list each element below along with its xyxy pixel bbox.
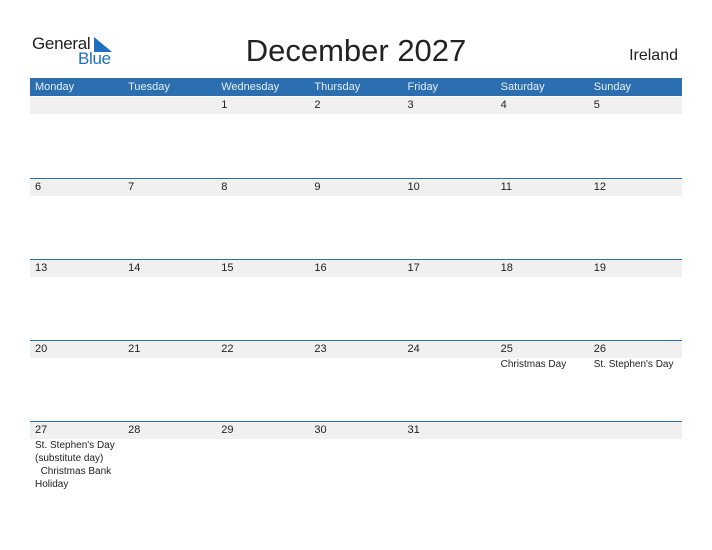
holiday-label: [30, 358, 123, 371]
day-number: 11: [500, 181, 513, 193]
day-number: [589, 422, 682, 439]
week-row: 13 14 15 16 17 18 19: [30, 259, 682, 341]
weekday-friday: Friday: [407, 81, 439, 93]
date-row: 1 2 3 4 5: [30, 97, 682, 114]
date-row: 13 14 15 16 17 18 19: [30, 260, 682, 277]
holiday-label: St. Stephen's Day (substitute day) Chris…: [35, 440, 115, 490]
page-title: December 2027: [245, 33, 467, 68]
day-number: 28: [128, 424, 141, 436]
day-number: [496, 422, 589, 439]
weekday-header: Monday Tuesday Wednesday Thursday Friday…: [30, 78, 682, 96]
day-number: 30: [314, 424, 327, 436]
day-number: 12: [593, 181, 606, 193]
day-number: 23: [314, 343, 327, 355]
holiday-label: [216, 439, 309, 491]
holiday-label: [309, 358, 402, 371]
day-number: 19: [593, 262, 606, 274]
holiday-row: St. Stephen's Day (substitute day) Chris…: [30, 439, 682, 491]
date-row: 27 28 29 30 31: [30, 422, 682, 439]
day-number: 26: [593, 343, 606, 355]
day-number: 27: [35, 424, 48, 436]
weekday-wednesday: Wednesday: [221, 81, 280, 93]
day-number: 5: [593, 99, 600, 111]
date-row: 6 7 8 9 10 11 12: [30, 179, 682, 196]
week-row: 1 2 3 4 5: [30, 97, 682, 178]
date-row: 20 21 22 23 24 25 26: [30, 341, 682, 358]
holiday-label: [309, 439, 402, 491]
country-label: Ireland: [629, 47, 678, 64]
day-number: 2: [314, 99, 321, 111]
day-number: 1: [221, 99, 228, 111]
week-row: 6 7 8 9 10 11 12: [30, 178, 682, 260]
weekday-sunday: Sunday: [593, 81, 632, 93]
day-number: 8: [221, 181, 228, 193]
day-number: 24: [407, 343, 420, 355]
day-number: 17: [407, 262, 420, 274]
holiday-label: [589, 439, 682, 491]
holiday-label: St. Stephen's Day: [593, 359, 674, 370]
holiday-label: [123, 358, 216, 371]
week-row: 27 28 29 30 31 St. Stephen's Day (substitute …: [30, 421, 682, 503]
day-number: 14: [128, 262, 141, 274]
day-number: 4: [500, 99, 507, 111]
holiday-label: [216, 358, 309, 371]
day-number: 10: [407, 181, 420, 193]
holiday-label: [496, 439, 589, 491]
day-number: 31: [407, 424, 420, 436]
day-number: 13: [35, 262, 48, 274]
day-number: 29: [221, 424, 234, 436]
weekday-thursday: Thursday: [314, 81, 361, 93]
weekday-tuesday: Tuesday: [128, 81, 170, 93]
day-number: 15: [221, 262, 234, 274]
day-number: 9: [314, 181, 321, 193]
day-number: 22: [221, 343, 234, 355]
holiday-label: [403, 439, 496, 491]
day-number: 7: [128, 181, 135, 193]
day-number: [123, 97, 216, 114]
holiday-label: [123, 439, 216, 491]
week-row: 20 21 22 23 24 25 26 Christmas Day St. Stephen's…: [30, 340, 682, 422]
weekday-monday: Monday: [35, 81, 75, 93]
day-number: 20: [35, 343, 48, 355]
day-number: 21: [128, 343, 141, 355]
day-number: 6: [35, 181, 42, 193]
holiday-label: Christmas Day: [500, 359, 567, 370]
holiday-label: [403, 358, 496, 371]
day-number: 18: [500, 262, 513, 274]
weekday-saturday: Saturday: [500, 81, 545, 93]
day-number: 25: [500, 343, 513, 355]
day-number: [30, 97, 123, 114]
day-number: 3: [407, 99, 414, 111]
holiday-row: Christmas Day St. Stephen's Day: [30, 358, 682, 371]
day-number: 16: [314, 262, 327, 274]
